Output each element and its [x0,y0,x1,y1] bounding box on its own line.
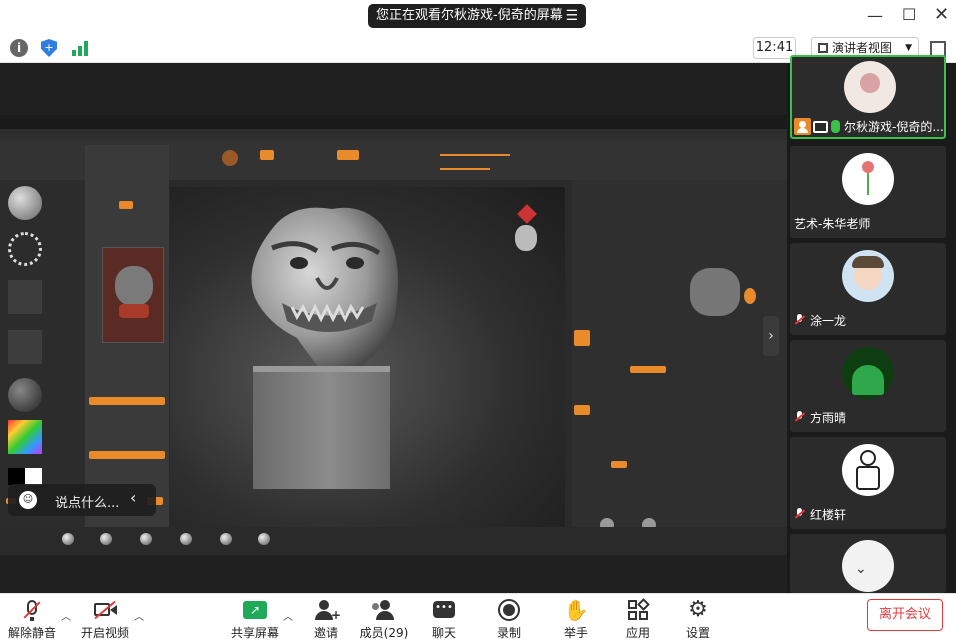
members-label: 成员(29) [359,626,409,640]
list-icon[interactable]: ☰ [565,4,578,28]
participant-tile[interactable]: 方雨晴 [790,340,946,432]
record-icon [495,598,523,622]
video-off-icon [91,598,119,622]
chat-label: 聊天 [431,626,456,640]
sharing-status-pill[interactable]: 您正在观看尔秋游戏-倪奇的屏幕 ☰ [368,4,586,28]
participant-name: 尔秋游戏-倪奇的... [844,120,944,134]
mic-muted-icon [18,598,46,622]
sculpt-bust-model [251,207,398,371]
host-icon [794,118,811,135]
chat-button[interactable]: ••• 聊天 [414,598,474,641]
chevron-up-icon[interactable]: ︿ [134,608,144,623]
participant-tile[interactable]: 艺术-朱华老师 [790,146,946,238]
avatar [842,444,894,496]
unmute-button[interactable]: 解除静音 [2,598,62,641]
view-mode-label: 演讲者视图 [832,41,893,55]
hand-icon: ✋ [563,598,589,622]
model-thumbnail [102,247,164,343]
share-screen-label: 共享屏幕 [230,626,279,640]
host-status-row: 尔秋游戏-倪奇的... [794,116,944,135]
avatar [842,347,894,399]
chevron-up-icon[interactable]: ︿ [283,608,293,623]
unmute-label: 解除静音 [7,626,56,640]
leave-meeting-button[interactable]: 离开会议 [867,599,943,631]
maximize-icon[interactable]: ☐ [902,5,916,24]
chat-placeholder[interactable]: 说点什么... [55,492,119,511]
invite-label: 邀请 [313,626,338,640]
avatar [842,153,894,205]
start-video-label: 开启视频 [80,626,129,640]
chevron-right-icon[interactable]: › [763,316,779,356]
mic-on-icon [831,120,840,133]
chevron-down-icon[interactable]: ⌄ [855,562,867,576]
participant-name: 方雨晴 [810,411,847,425]
settings-label: 设置 [685,626,710,640]
participant-tile-host[interactable]: 尔秋游戏-倪奇的... [790,55,946,139]
quick-chat-bar[interactable]: ☺ 说点什么... ‹ [8,484,156,516]
invite-button[interactable]: + 邀请 [296,598,356,641]
avatar [844,61,896,113]
participant-tile[interactable]: ⌄ [790,534,946,593]
mic-muted-icon [794,508,805,520]
participant-name-row: 红楼轩 [794,506,846,523]
members-button[interactable]: 成员(29) [354,598,414,641]
settings-button[interactable]: ⚙ 设置 [668,598,728,641]
participant-name: 艺术-朱华老师 [794,217,871,231]
participant-name: 红楼轩 [810,508,847,522]
record-button[interactable]: 录制 [479,598,539,641]
chevron-up-icon[interactable]: ︿ [61,608,71,623]
participant-tile[interactable]: 红楼轩 [790,437,946,529]
share-screen-icon: ↗ [241,598,269,622]
zbrush-titlebar [0,115,787,129]
screen-share-icon [813,120,828,133]
security-shield-icon[interactable]: + [41,39,57,57]
participant-name: 涂一龙 [810,314,847,328]
apps-button[interactable]: 应用 [608,598,668,641]
participant-name-row: 涂一龙 [794,312,846,329]
raise-hand-label: 举手 [563,626,588,640]
participants-icon [370,598,398,622]
sharing-title: 您正在观看尔秋游戏-倪奇的屏幕 [376,8,563,23]
zbrush-menubar [0,129,787,140]
pedestal-block [253,372,390,489]
mic-muted-icon [794,314,805,326]
zbrush-tool-panel [85,145,169,535]
network-signal-icon[interactable] [72,40,88,56]
avatar: ⌄ [842,540,894,592]
record-label: 录制 [496,626,521,640]
share-screen-button[interactable]: ↗ 共享屏幕 [225,598,285,641]
emoji-icon[interactable]: ☺ [19,491,37,509]
start-video-button[interactable]: 开启视频 [75,598,135,641]
mic-muted-icon [794,411,805,423]
zbrush-right-panel [572,180,787,555]
raise-hand-button[interactable]: ✋ 举手 [546,598,606,641]
zbrush-material-bar [0,527,787,555]
chevron-left-icon[interactable]: ‹ [130,488,136,507]
window-titlebar: 您正在观看尔秋游戏-倪奇的屏幕 ☰ — ☐ ✕ [0,0,956,33]
avatar [842,250,894,302]
chat-icon: ••• [430,598,458,622]
grid-icon [818,43,828,53]
shared-screen-stage: ☺ 说点什么... ‹ › [0,63,787,593]
apps-grid-icon [624,598,652,622]
close-icon[interactable]: ✕ [934,4,949,25]
participant-name-row: 方雨晴 [794,409,846,426]
gear-icon: ⚙ [688,597,708,622]
info-icon[interactable]: i [10,39,28,57]
apps-label: 应用 [625,626,650,640]
participant-tile[interactable]: 涂一龙 [790,243,946,335]
meeting-controls-bar: 解除静音 ︿ 开启视频 ︿ ↗ 共享屏幕 ︿ + 邀请 成员(29) ••• 聊… [0,593,956,644]
minimize-icon[interactable]: — [867,6,883,25]
add-user-icon: + [312,598,341,622]
